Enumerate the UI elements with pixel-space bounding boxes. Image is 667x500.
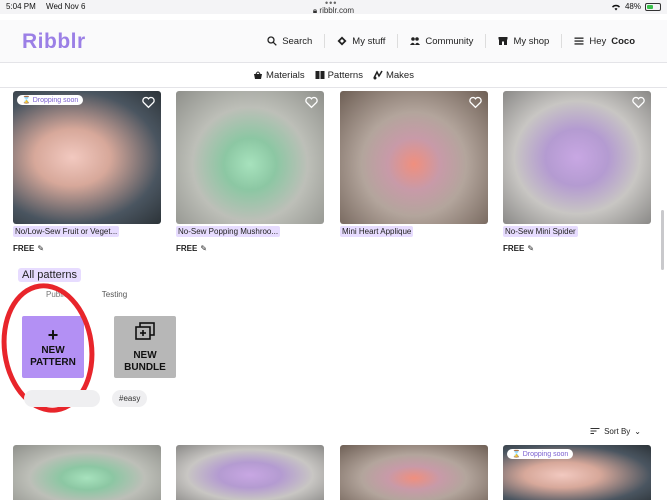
dropping-soon-badge: ⌛ Dropping soon — [507, 449, 574, 459]
pattern-card[interactable] — [340, 445, 488, 500]
top-nav: Search My stuff Community My shop Hey Coc… — [255, 34, 647, 48]
site-header: Ribblr Search My stuff Community My shop… — [0, 20, 667, 62]
search-icon — [267, 36, 277, 46]
pattern-card[interactable] — [176, 445, 324, 500]
nav-my-stuff[interactable]: My stuff — [324, 34, 397, 48]
ribblr-logo[interactable]: Ribblr — [22, 30, 86, 54]
lock-icon: 🔒︎ — [312, 6, 318, 15]
status-bar: 5:04 PM Wed Nov 6 ••• 🔒︎ ribblr.com 48% — [0, 0, 667, 16]
pattern-price: FREE ✎ — [13, 244, 161, 253]
heart-icon[interactable] — [469, 96, 482, 109]
crochet-hook-icon: ✎ — [200, 244, 208, 253]
shop-icon — [498, 37, 508, 45]
basket-icon — [254, 71, 263, 79]
wifi-icon — [611, 4, 620, 10]
nav-search[interactable]: Search — [255, 34, 324, 48]
badge-label: Dropping soon — [522, 450, 569, 458]
battery-fill — [647, 4, 653, 9]
new-pattern-line1: NEW — [41, 345, 65, 356]
price-label: FREE — [503, 244, 525, 253]
tag-chip[interactable] — [24, 390, 100, 407]
new-pattern-button[interactable]: + NEW PATTERN — [22, 316, 84, 378]
dropping-soon-badge: ⌛ Dropping soon — [17, 95, 84, 105]
nav-my-shop[interactable]: My shop — [485, 34, 561, 48]
subnav-makes-label: Makes — [385, 69, 414, 81]
sort-icon — [590, 428, 600, 434]
pattern-image[interactable] — [340, 91, 488, 224]
heart-icon[interactable] — [142, 96, 155, 109]
user-name: Coco — [611, 35, 635, 47]
crochet-hook-icon: ✎ — [527, 244, 535, 253]
new-bundle-button[interactable]: NEW BUNDLE — [114, 316, 176, 378]
nav-my-stuff-label: My stuff — [352, 35, 386, 47]
hourglass-icon: ⌛ — [512, 451, 521, 458]
nav-community[interactable]: Community — [397, 34, 485, 48]
nav-search-label: Search — [282, 35, 313, 47]
subnav-materials[interactable]: Materials — [253, 70, 305, 81]
new-pattern-line2: PATTERN — [30, 357, 76, 368]
chevron-down-icon: ⌄ — [634, 426, 641, 436]
tag-chip-easy[interactable]: #easy — [112, 390, 148, 407]
badge-label: Dropping soon — [32, 96, 79, 104]
pattern-title[interactable]: No-Sew Popping Mushroo... — [176, 226, 281, 237]
pattern-price: FREE ✎ — [503, 244, 651, 253]
pattern-card[interactable]: ⌛ Dropping soon — [503, 445, 651, 500]
tab-public[interactable]: Public — [46, 290, 68, 299]
category-nav: Materials Patterns Makes — [0, 62, 667, 88]
battery-percent: 48% — [624, 2, 641, 11]
status-right: 48% — [611, 2, 661, 11]
pattern-image[interactable] — [503, 91, 651, 224]
heart-icon[interactable] — [305, 96, 318, 109]
plus-icon: + — [47, 325, 59, 345]
pattern-tabs: Public Testing — [46, 290, 127, 299]
subnav-makes[interactable]: Makes — [373, 70, 414, 81]
pattern-image[interactable] — [176, 445, 324, 500]
sort-by-label: Sort By — [604, 426, 631, 436]
pattern-card[interactable] — [13, 445, 161, 500]
community-icon — [410, 37, 421, 45]
nav-user-menu[interactable]: Hey Coco — [561, 34, 647, 48]
new-bundle-label: NEW BUNDLE — [114, 350, 176, 374]
pattern-title[interactable]: No/Low-Sew Fruit or Veget... — [13, 226, 120, 237]
pattern-card[interactable]: Mini Heart Applique — [340, 91, 488, 242]
pattern-title[interactable]: Mini Heart Applique — [340, 226, 414, 237]
section-heading: All patterns — [18, 268, 82, 282]
bundle-plus-icon — [135, 322, 155, 340]
new-bundle-line1: NEW — [133, 350, 157, 361]
pattern-image[interactable] — [340, 445, 488, 500]
new-bundle-line2: BUNDLE — [124, 362, 166, 373]
url-text: ribblr.com — [319, 6, 355, 15]
pattern-image[interactable] — [13, 445, 161, 500]
nav-community-label: Community — [425, 35, 474, 47]
price-label: FREE — [13, 244, 35, 253]
hourglass-icon: ⌛ — [22, 97, 31, 104]
sort-by-control[interactable]: Sort By ⌄ — [590, 426, 641, 436]
pattern-card[interactable]: ⌛ Dropping soon No/Low-Sew Fruit or Veget… — [13, 91, 161, 253]
subnav-materials-label: Materials — [266, 69, 305, 81]
pattern-price: FREE ✎ — [176, 244, 324, 253]
pattern-card[interactable]: No-Sew Popping Mushroo... FREE ✎ — [176, 91, 324, 253]
battery-icon — [645, 2, 661, 11]
pattern-card[interactable]: No-Sew Mini Spider FREE ✎ — [503, 91, 651, 253]
heart-icon[interactable] — [632, 96, 645, 109]
nav-my-shop-label: My shop — [513, 35, 550, 47]
pattern-image[interactable] — [176, 91, 324, 224]
greeting-text: Hey — [589, 35, 607, 47]
crochet-hook-icon: ✎ — [37, 244, 45, 253]
price-label: FREE — [176, 244, 198, 253]
yarn-icon — [373, 70, 383, 80]
subnav-patterns-label: Patterns — [327, 69, 363, 81]
pattern-image[interactable]: ⌛ Dropping soon — [13, 91, 161, 224]
subnav-patterns[interactable]: Patterns — [315, 70, 363, 81]
book-icon — [315, 71, 325, 79]
pattern-image[interactable]: ⌛ Dropping soon — [503, 445, 651, 500]
tab-testing[interactable]: Testing — [102, 290, 127, 299]
url-label[interactable]: 🔒︎ ribblr.com — [0, 6, 667, 16]
hamburger-menu-icon — [574, 37, 584, 45]
diamond-icon — [337, 36, 347, 46]
pattern-title[interactable]: No-Sew Mini Spider — [503, 226, 578, 237]
scrollbar[interactable] — [661, 210, 664, 270]
